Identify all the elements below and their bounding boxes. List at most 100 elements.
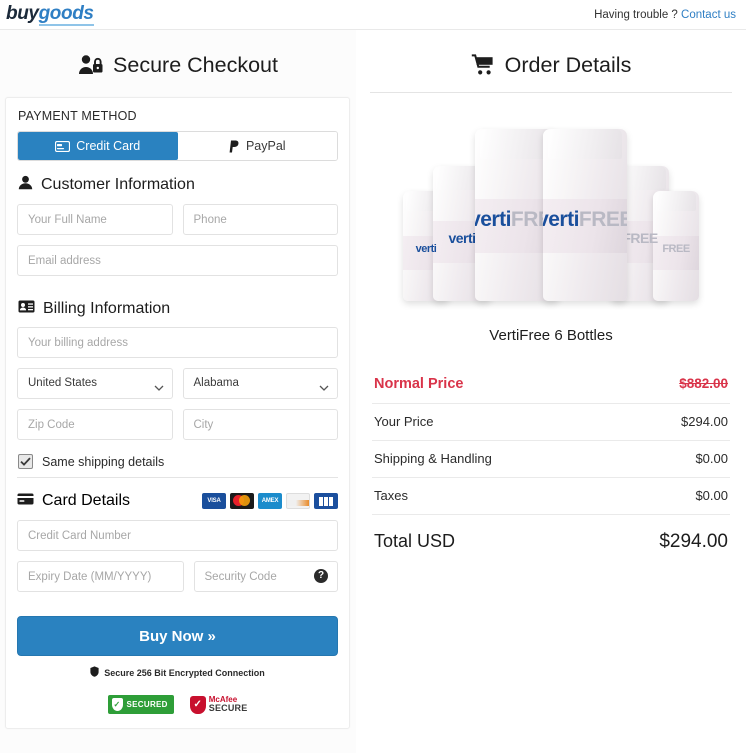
your-price-value: $294.00 <box>681 414 728 429</box>
expiry-date-input[interactable] <box>17 561 184 592</box>
bottle-6: FREE <box>653 191 699 301</box>
having-trouble-label: Having trouble ? <box>594 8 678 21</box>
norton-secured-text: SECURED <box>126 700 168 709</box>
country-state-row: United States Alabama <box>17 368 338 409</box>
logo-text-goods: goods <box>38 3 94 26</box>
shipping-value: $0.00 <box>695 451 728 466</box>
amex-icon: AMEX <box>258 493 282 509</box>
buygoods-logo[interactable]: buygoods <box>4 3 94 26</box>
help-text-container: Having trouble ? Contact us <box>594 9 736 21</box>
country-select[interactable]: United States <box>17 368 173 399</box>
accepted-card-brands: VISA AMEX <box>202 493 338 509</box>
payment-form-card: PAYMENT METHOD Credit Card PayPal Custom… <box>5 97 350 729</box>
order-details-column: Order Details verti verti vertiFREE <box>356 30 746 753</box>
security-code-wrap: ? <box>193 561 338 602</box>
zip-city-row <box>17 409 338 450</box>
full-name-input[interactable] <box>17 204 173 235</box>
bottle-label-primary: verti <box>448 229 476 246</box>
order-details-heading: Order Details <box>356 30 746 92</box>
zip-code-input[interactable] <box>17 409 173 440</box>
price-row-taxes: Taxes $0.00 <box>372 478 730 515</box>
mastercard-icon <box>230 493 254 509</box>
billing-information-heading: Billing Information <box>18 300 338 318</box>
discover-icon <box>286 493 310 509</box>
bottle-label-primary: verti <box>475 208 511 231</box>
tab-paypal[interactable]: PayPal <box>177 132 337 160</box>
buy-now-button[interactable]: Buy Now » <box>17 616 338 656</box>
user-icon <box>18 175 33 195</box>
country-select-wrap: United States <box>17 368 173 409</box>
your-price-label: Your Price <box>374 414 434 429</box>
customer-information-title: Customer Information <box>41 176 195 193</box>
bottle-label-primary: verti <box>543 208 579 231</box>
mcafee-shield-icon: ✓ <box>189 695 206 714</box>
order-details-title: Order Details <box>504 52 632 77</box>
shipping-label: Shipping & Handling <box>374 451 492 466</box>
bottle-4: vertiFREE <box>543 129 627 301</box>
secure-checkout-icon <box>78 53 104 77</box>
bottle-label-secondary: FREE <box>662 243 690 255</box>
price-row-shipping: Shipping & Handling $0.00 <box>372 441 730 478</box>
normal-price-label: Normal Price <box>374 376 464 392</box>
billing-address-input[interactable] <box>17 327 338 358</box>
credit-card-icon <box>55 140 71 152</box>
taxes-label: Taxes <box>374 488 408 503</box>
phone-input[interactable] <box>182 204 338 235</box>
card-number-input[interactable] <box>17 520 338 551</box>
name-phone-row <box>17 204 338 245</box>
credit-card-icon <box>17 492 34 510</box>
norton-shield-icon: ✓ <box>111 698 123 711</box>
price-row-total: Total USD $294.00 <box>372 515 730 564</box>
state-select-wrap: Alabama <box>182 368 338 409</box>
product-block: verti verti vertiFREE vertiFREE <box>356 93 746 344</box>
security-code-help-icon[interactable]: ? <box>314 569 328 583</box>
email-input[interactable] <box>17 245 338 276</box>
trust-badges: ✓ SECURED ✓ McAfee SECURE <box>17 695 338 714</box>
secure-checkout-heading: Secure Checkout <box>0 30 356 92</box>
mcafee-secure-badge: ✓ McAfee SECURE <box>189 695 248 714</box>
payment-method-label: PAYMENT METHOD <box>18 109 137 123</box>
secure-connection-text: Secure 256 Bit Encrypted Connection <box>104 667 265 678</box>
same-shipping-checkbox[interactable] <box>18 454 33 469</box>
same-shipping-label: Same shipping details <box>42 454 165 469</box>
city-input[interactable] <box>182 409 338 440</box>
expiry-security-row: ? <box>17 561 338 602</box>
card-details-heading: Card Details <box>17 492 130 510</box>
price-row-your-price: Your Price $294.00 <box>372 404 730 441</box>
product-image: verti verti vertiFREE vertiFREE <box>372 111 730 301</box>
bottle-label-primary: verti <box>415 243 437 255</box>
price-breakdown: Normal Price $882.00 Your Price $294.00 … <box>356 366 746 564</box>
contact-us-link[interactable]: Contact us <box>681 9 736 21</box>
taxes-value: $0.00 <box>695 488 728 503</box>
state-select[interactable]: Alabama <box>182 368 338 399</box>
checkout-page-body: Secure Checkout PAYMENT METHOD Credit Ca… <box>0 30 746 753</box>
visa-icon: VISA <box>202 493 226 509</box>
secure-checkout-column: Secure Checkout PAYMENT METHOD Credit Ca… <box>0 30 356 753</box>
shield-icon <box>90 666 99 679</box>
country-select-value: United States <box>28 377 98 389</box>
secure-checkout-title: Secure Checkout <box>113 52 278 77</box>
tab-credit-card-label: Credit Card <box>76 139 141 153</box>
same-shipping-row[interactable]: Same shipping details <box>18 454 338 469</box>
card-section-divider <box>17 477 338 478</box>
top-header-bar: buygoods Having trouble ? Contact us <box>0 0 746 30</box>
card-details-heading-row: Card Details VISA AMEX <box>17 492 338 510</box>
normal-price-value: $882.00 <box>679 376 728 391</box>
mcafee-text-block: McAfee SECURE <box>208 695 248 714</box>
mcafee-secure-text: SECURE <box>208 702 248 713</box>
payment-method-tabs: Credit Card PayPal <box>17 131 338 161</box>
product-title: VertiFree 6 Bottles <box>489 327 613 344</box>
tab-credit-card[interactable]: Credit Card <box>18 132 178 160</box>
bottle-label-secondary: FREE <box>578 208 627 231</box>
customer-information-heading: Customer Information <box>18 175 338 195</box>
card-details-title: Card Details <box>42 492 131 509</box>
tab-paypal-label: PayPal <box>245 139 286 153</box>
total-label: Total USD <box>374 531 456 551</box>
state-select-value: Alabama <box>193 377 239 389</box>
billing-information-title: Billing Information <box>43 300 171 317</box>
total-value: $294.00 <box>659 531 728 552</box>
bottle-label-secondary: FREE <box>622 229 658 246</box>
logo-text-buy: buy <box>6 3 39 24</box>
price-row-normal-price: Normal Price $882.00 <box>372 366 730 404</box>
norton-secured-badge: ✓ SECURED <box>107 695 174 714</box>
